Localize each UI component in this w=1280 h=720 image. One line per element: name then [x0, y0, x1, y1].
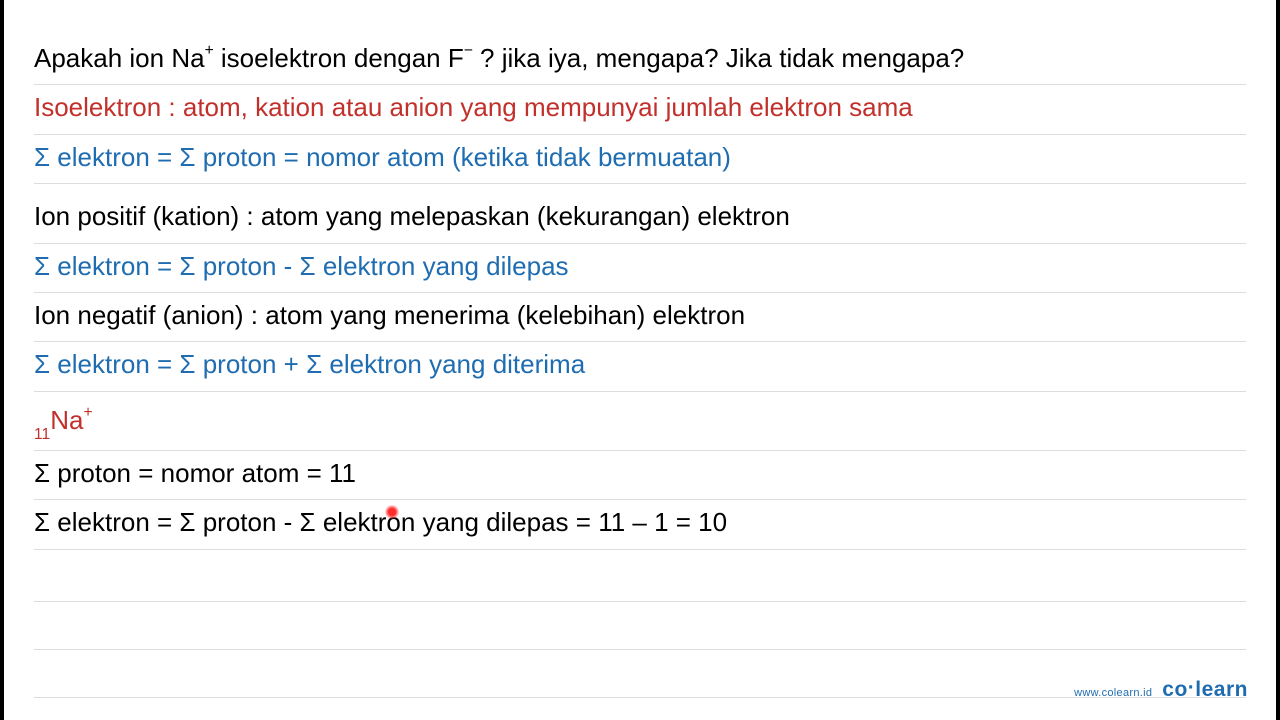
empty-ruled-line: [34, 602, 1246, 650]
text-part: Apakah ion Na: [34, 43, 205, 73]
laser-pointer-icon: [385, 505, 399, 519]
definition-line: Isoelektron : atom, kation atau anion ya…: [34, 89, 1246, 134]
text-part: ? jika iya, mengapa? Jika tidak mengapa?: [473, 43, 964, 73]
superscript: +: [205, 42, 214, 59]
question-line: Apakah ion Na+ isoelektron dengan F− ? j…: [34, 40, 1246, 85]
equation-line-3: Σ elektron = Σ proton + Σ elektron yang …: [34, 346, 1246, 391]
element-symbol: Na: [50, 405, 83, 435]
spacer: [34, 188, 1246, 198]
footer-url: www.colearn.id: [1074, 687, 1152, 699]
anion-line: Ion negatif (anion) : atom yang menerima…: [34, 297, 1246, 342]
logo-part: learn: [1195, 678, 1248, 701]
kation-line: Ion positif (kation) : atom yang melepas…: [34, 198, 1246, 243]
equation-line-2: Σ elektron = Σ proton - Σ elektron yang …: [34, 248, 1246, 293]
superscript: +: [83, 404, 92, 421]
empty-ruled-line: [34, 554, 1246, 602]
logo-dot: ·: [1188, 676, 1196, 699]
empty-ruled-line: [34, 650, 1246, 698]
equation-line-1: Σ elektron = Σ proton = nomor atom (keti…: [34, 139, 1246, 184]
subscript: 11: [34, 426, 50, 443]
electron-calc-line: Σ elektron = Σ proton - Σ elektron yang …: [34, 504, 1246, 549]
text-part: isoelektron dengan F: [214, 43, 464, 73]
logo-part: co: [1162, 678, 1188, 701]
superscript: −: [464, 42, 473, 59]
document-page: Apakah ion Na+ isoelektron dengan F− ? j…: [0, 0, 1280, 720]
na-symbol-line: 11Na+: [34, 396, 1246, 451]
footer: www.colearn.id co·learn: [1074, 678, 1248, 702]
footer-logo: co·learn: [1162, 678, 1248, 702]
proton-line: Σ proton = nomor atom = 11: [34, 455, 1246, 500]
